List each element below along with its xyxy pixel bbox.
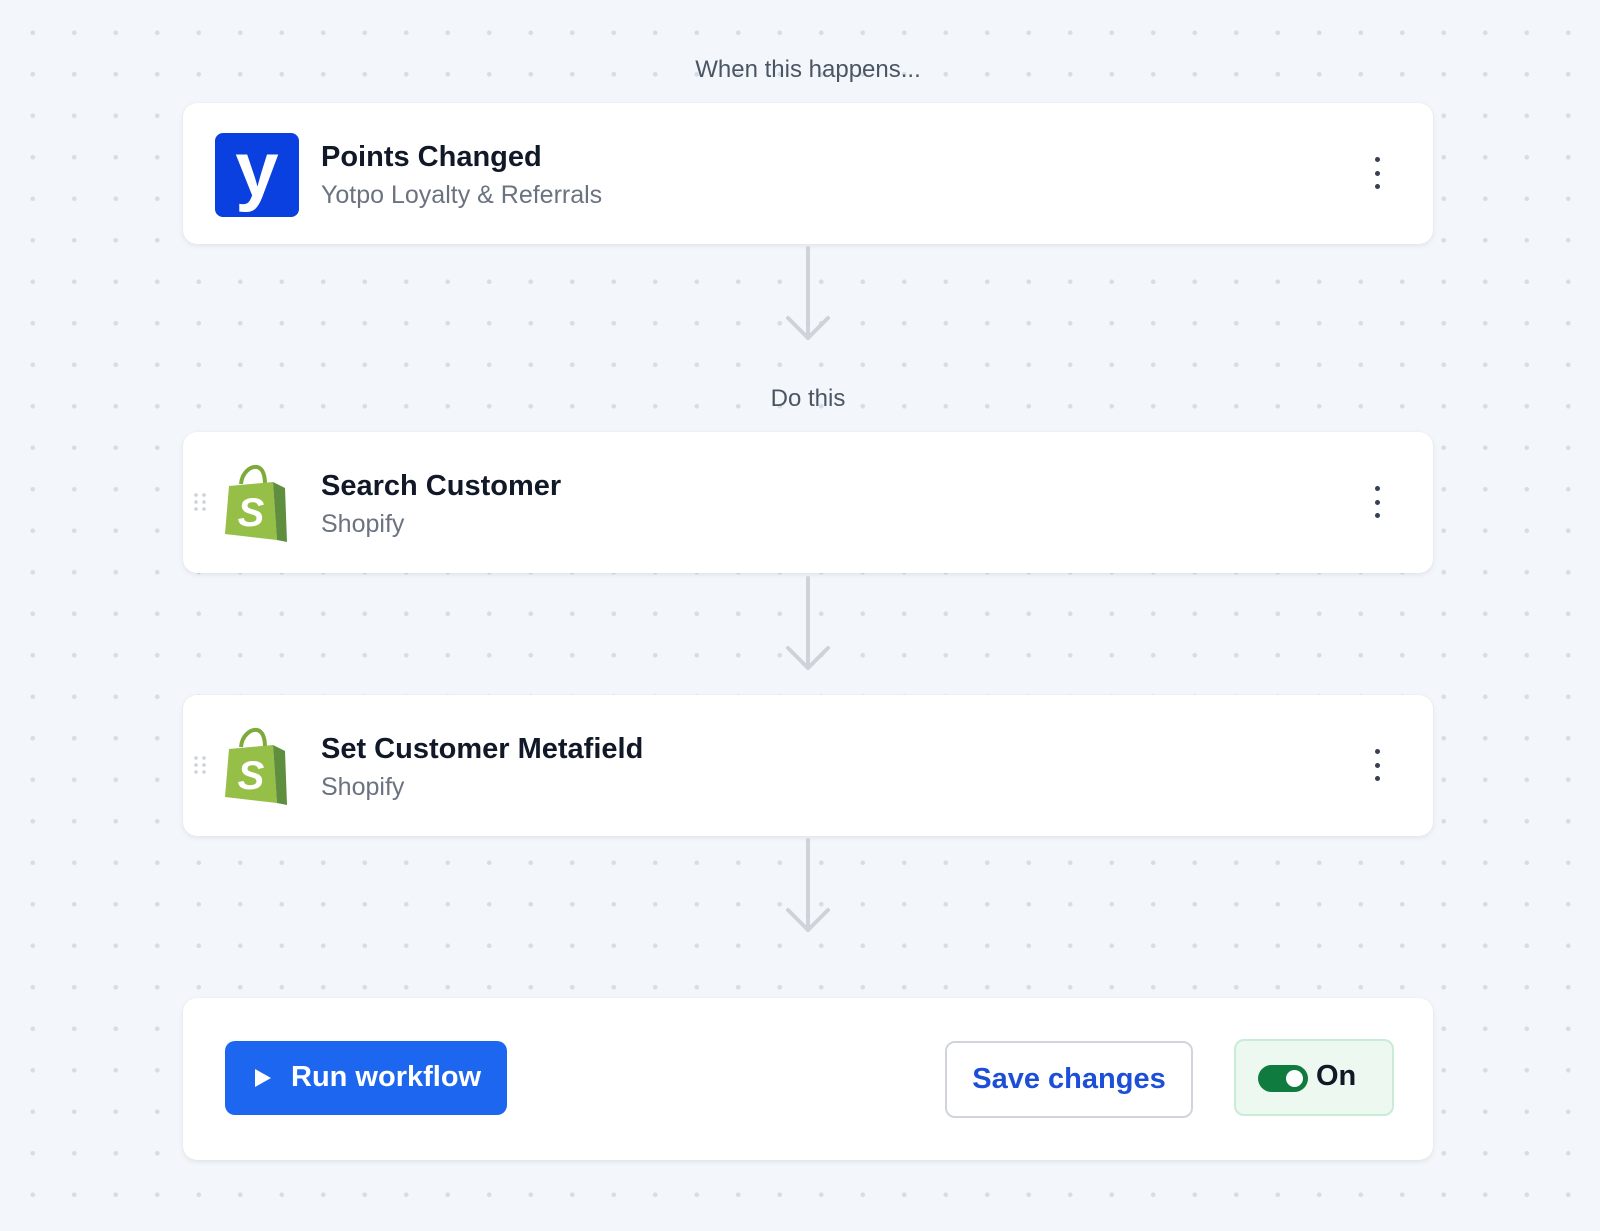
- arrow-down-icon: [786, 246, 830, 340]
- step-app-name: Shopify: [321, 773, 405, 801]
- action-section-label: Do this: [770, 385, 846, 412]
- run-workflow-label: Run workflow: [291, 1061, 482, 1093]
- step-title: Set Customer Metafield: [321, 733, 644, 765]
- run-workflow-button[interactable]: Run workflow: [225, 1041, 507, 1115]
- trigger-title: Points Changed: [321, 141, 542, 173]
- workflow-actions-bar: Run workflow Save changes On: [183, 998, 1433, 1160]
- step-more-menu-icon[interactable]: [1371, 486, 1383, 518]
- toggle-switch-icon[interactable]: [1258, 1065, 1308, 1092]
- trigger-section-label: When this happens...: [695, 56, 921, 83]
- step-more-menu-icon[interactable]: [1371, 749, 1383, 781]
- yotpo-logo-icon: y: [215, 125, 299, 217]
- trigger-more-menu-icon[interactable]: [1371, 157, 1383, 189]
- shopify-bag-logo-icon: S: [225, 464, 287, 542]
- workflow-on-toggle[interactable]: On: [1234, 1039, 1394, 1116]
- step-app-name: Shopify: [321, 510, 405, 538]
- drag-handle-icon[interactable]: [193, 755, 207, 775]
- trigger-card[interactable]: y Points Changed Yotpo Loyalty & Referra…: [183, 103, 1433, 244]
- step-card-set-customer-metafield[interactable]: S Set Customer Metafield Shopify: [183, 695, 1433, 836]
- play-icon: [255, 1069, 271, 1087]
- yotpo-logo-letter: y: [235, 125, 279, 213]
- arrow-down-icon: [786, 838, 830, 932]
- toggle-label: On: [1316, 1060, 1357, 1092]
- save-changes-button[interactable]: Save changes: [945, 1041, 1193, 1118]
- svg-text:S: S: [238, 491, 265, 535]
- drag-handle-icon[interactable]: [193, 492, 207, 512]
- shopify-bag-logo-icon: S: [225, 727, 287, 805]
- step-card-search-customer[interactable]: S Search Customer Shopify: [183, 432, 1433, 573]
- svg-text:S: S: [238, 754, 265, 798]
- step-title: Search Customer: [321, 470, 562, 502]
- arrow-down-icon: [786, 576, 830, 670]
- trigger-app-name: Yotpo Loyalty & Referrals: [321, 181, 603, 209]
